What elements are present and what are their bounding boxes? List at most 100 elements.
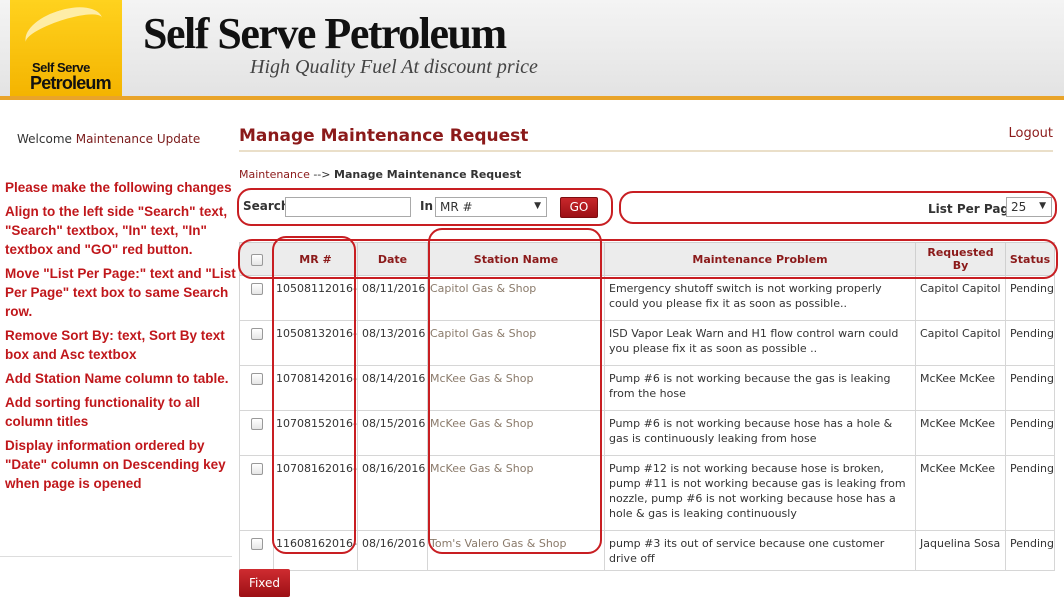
title-divider <box>239 150 1053 152</box>
welcome-message: Welcome Maintenance Update <box>17 132 200 146</box>
site-tagline: High Quality Fuel At discount price <box>250 56 538 78</box>
cell-status: Pending <box>1005 320 1055 366</box>
cell-station: Capitol Gas & Shop <box>427 275 605 321</box>
column-header-mr[interactable]: MR # <box>273 242 358 276</box>
row-checkbox[interactable] <box>250 538 263 550</box>
column-header-status[interactable]: Status <box>1005 242 1055 276</box>
row-checkbox[interactable] <box>250 418 263 430</box>
cell-station: McKee Gas & Shop <box>427 455 605 531</box>
page-title: Manage Maintenance Request <box>239 126 529 146</box>
row-checkbox[interactable] <box>250 283 263 295</box>
dropdown-arrow-icon: ▼ <box>534 201 541 211</box>
cell-requested-by: Jaquelina Sosa <box>915 530 1006 571</box>
note-item: Display information ordered by "Date" co… <box>5 438 226 491</box>
table-row[interactable]: 10508112016-1 08/11/2016 Capitol Gas & S… <box>239 275 1055 321</box>
row-checkbox[interactable] <box>250 328 263 340</box>
row-checkbox-cell[interactable] <box>239 455 274 531</box>
cell-mr: 10508132016-1 <box>273 320 358 366</box>
table-row[interactable]: 10708142016-1 08/14/2016 McKee Gas & Sho… <box>239 365 1055 411</box>
cell-status: Pending <box>1005 410 1055 456</box>
column-header-problem[interactable]: Maintenance Problem <box>604 242 916 276</box>
search-field-value: MR # <box>440 200 473 214</box>
table-row[interactable]: 10708152016-1 08/15/2016 McKee Gas & Sho… <box>239 410 1055 456</box>
note-item: Please make the following changes <box>5 180 232 195</box>
cell-status: Pending <box>1005 455 1055 531</box>
cell-mr: 11608162016-1 <box>273 530 358 571</box>
fuel-nozzle-icon <box>19 0 109 62</box>
logo[interactable]: Self Serve Petroleum <box>10 0 122 96</box>
note-item: Add sorting functionality to all column … <box>5 395 200 429</box>
row-checkbox-cell[interactable] <box>239 320 274 366</box>
cell-status: Pending <box>1005 365 1055 411</box>
cell-requested-by: Capitol Capitol <box>915 275 1006 321</box>
note-item: Align to the left side "Search" text, "S… <box>5 204 228 257</box>
row-checkbox[interactable] <box>250 373 263 385</box>
note-item: Move "List Per Page:" text and "List Per… <box>5 266 236 319</box>
header-divider <box>0 96 1064 100</box>
cell-date: 08/11/2016 <box>357 275 428 321</box>
cell-problem: Pump #12 is not working because hose is … <box>604 455 916 531</box>
cell-mr: 10708142016-1 <box>273 365 358 411</box>
list-per-page-select[interactable]: 25 ▼ <box>1006 197 1052 217</box>
cell-date: 08/14/2016 <box>357 365 428 411</box>
select-all-checkbox[interactable] <box>250 253 263 266</box>
cell-problem: ISD Vapor Leak Warn and H1 flow control … <box>604 320 916 366</box>
maintenance-request-table: MR # Date Station Name Maintenance Probl… <box>239 242 1055 571</box>
breadcrumb-separator: --> <box>309 168 334 181</box>
cell-mr: 10708152016-1 <box>273 410 358 456</box>
cell-station: Capitol Gas & Shop <box>427 320 605 366</box>
cell-date: 08/13/2016 <box>357 320 428 366</box>
cell-problem: pump #3 its out of service because one c… <box>604 530 916 571</box>
logo-text-line2: Petroleum <box>30 73 112 93</box>
site-title: Self Serve Petroleum <box>143 9 507 58</box>
search-input[interactable] <box>285 197 411 217</box>
note-item: Remove Sort By: text, Sort By text box a… <box>5 328 225 362</box>
cell-mr: 10508112016-1 <box>273 275 358 321</box>
cell-date: 08/16/2016 <box>357 530 428 571</box>
note-item: Add Station Name column to table. <box>5 371 229 386</box>
table-row[interactable]: 10508132016-1 08/13/2016 Capitol Gas & S… <box>239 320 1055 366</box>
row-checkbox-cell[interactable] <box>239 275 274 321</box>
cell-status: Pending <box>1005 530 1055 571</box>
logout-link[interactable]: Logout <box>1008 126 1053 141</box>
select-all-checkbox-cell[interactable] <box>239 242 274 276</box>
change-request-notes: Please make the following changes Align … <box>5 178 237 498</box>
search-toolbar: Search In MR # ▼ GO List Per Page: 25 ▼ <box>239 190 1054 224</box>
cell-requested-by: Capitol Capitol <box>915 320 1006 366</box>
search-field-select[interactable]: MR # ▼ <box>435 197 547 217</box>
breadcrumb-current: Manage Maintenance Request <box>334 168 522 181</box>
cell-problem: Pump #6 is not working because the gas i… <box>604 365 916 411</box>
go-button[interactable]: GO <box>560 197 598 218</box>
cell-requested-by: McKee McKee <box>915 455 1006 531</box>
table-header-row: MR # Date Station Name Maintenance Probl… <box>239 242 1055 276</box>
column-header-station[interactable]: Station Name <box>427 242 605 276</box>
row-checkbox-cell[interactable] <box>239 410 274 456</box>
fixed-button[interactable]: Fixed <box>239 569 290 597</box>
cell-date: 08/15/2016 <box>357 410 428 456</box>
cell-date: 08/16/2016 <box>357 455 428 531</box>
search-label: Search <box>243 199 290 213</box>
cell-station: McKee Gas & Shop <box>427 410 605 456</box>
cell-mr: 10708162016-1 <box>273 455 358 531</box>
welcome-user: Maintenance Update <box>75 132 201 146</box>
breadcrumb-maintenance-link[interactable]: Maintenance <box>239 168 310 181</box>
list-per-page-value: 25 <box>1011 200 1027 214</box>
table-row[interactable]: 10708162016-1 08/16/2016 McKee Gas & Sho… <box>239 455 1055 531</box>
cell-problem: Emergency shutoff switch is not working … <box>604 275 916 321</box>
dropdown-arrow-icon: ▼ <box>1039 201 1046 211</box>
column-header-date[interactable]: Date <box>357 242 428 276</box>
row-checkbox[interactable] <box>250 463 263 475</box>
cell-station: Tom's Valero Gas & Shop <box>427 530 605 571</box>
welcome-prefix: Welcome <box>17 132 72 146</box>
cell-requested-by: McKee McKee <box>915 365 1006 411</box>
cell-station: McKee Gas & Shop <box>427 365 605 411</box>
table-row[interactable]: 11608162016-1 08/16/2016 Tom's Valero Ga… <box>239 530 1055 571</box>
cell-problem: Pump #6 is not working because hose has … <box>604 410 916 456</box>
row-checkbox-cell[interactable] <box>239 530 274 571</box>
breadcrumb: Maintenance --> Manage Maintenance Reque… <box>239 168 521 181</box>
column-header-requested-by[interactable]: Requested By <box>915 242 1006 276</box>
row-checkbox-cell[interactable] <box>239 365 274 411</box>
sidebar-divider <box>0 556 232 557</box>
cell-requested-by: McKee McKee <box>915 410 1006 456</box>
site-header: Self Serve Petroleum Self Serve Petroleu… <box>0 0 1064 96</box>
